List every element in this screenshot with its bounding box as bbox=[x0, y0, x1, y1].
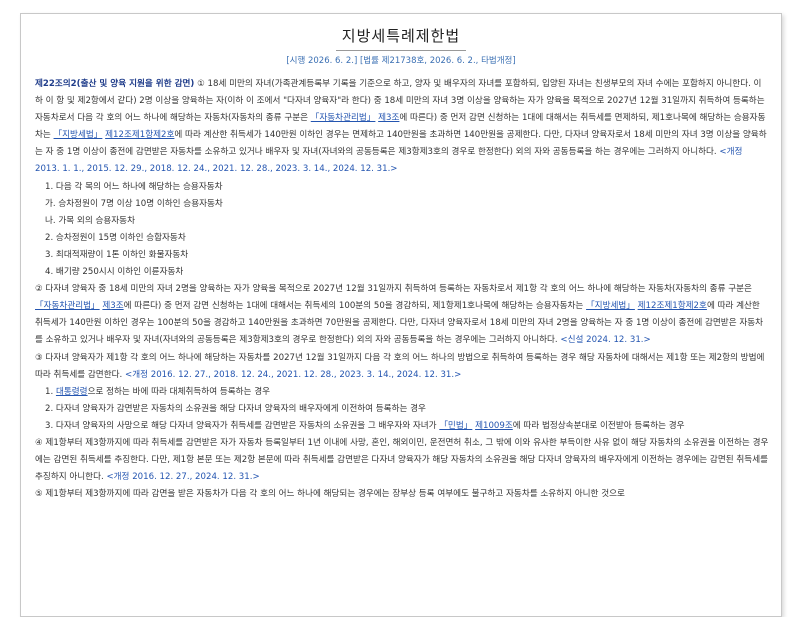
list-item: 1. 대통령령으로 정하는 바에 따라 대체취득하여 등록하는 경우 bbox=[35, 384, 769, 401]
article-link[interactable]: 제12조제1항제2호 bbox=[105, 130, 174, 140]
list-item-text: 으로 정하는 바에 따라 대체취득하여 등록하는 경우 bbox=[87, 386, 271, 397]
law-document-page: 지방세특례제한법 [시행 2026. 6. 2.] [법률 제21738호, 2… bbox=[20, 13, 782, 617]
list-item: 2. 다자녀 양육자가 감면받은 자동차의 소유권을 해당 다자녀 양육자의 배… bbox=[45, 403, 426, 414]
law-link-local-tax-act[interactable]: 「지방세법」 bbox=[586, 301, 635, 311]
paragraph-4: ④ 제1항부터 제3항까지에 따라 취득세를 감면받은 자가 자동차 등록일부터… bbox=[35, 435, 769, 486]
list-item: 1. 다음 각 목의 어느 하나에 해당하는 승용자동차 bbox=[45, 181, 223, 192]
paragraph-2: ② 다자녀 양육자 중 18세 미만의 자녀 2명을 양육하는 자가 양육을 목… bbox=[35, 281, 769, 349]
paragraph-text: ⑤ 제1항부터 제3항까지에 따라 감면을 받은 자동차가 다음 각 호의 어느… bbox=[35, 489, 625, 500]
paragraph-5: ⑤ 제1항부터 제3항까지에 따라 감면을 받은 자동차가 다음 각 호의 어느… bbox=[35, 486, 769, 503]
paragraph-3: ③ 다자녀 양육자가 제1항 각 호의 어느 하나에 해당하는 자동차를 202… bbox=[35, 350, 769, 384]
law-meta[interactable]: [시행 2026. 6. 2.] [법률 제21738호, 2026. 6. 2… bbox=[21, 54, 781, 66]
law-link-civil-act[interactable]: 「민법」 bbox=[439, 421, 472, 431]
paragraph-text: ② 다자녀 양육자 중 18세 미만의 자녀 2명을 양육하는 자가 양육을 목… bbox=[35, 284, 752, 295]
list-item: 3. 최대적재량이 1톤 이하인 화물자동차 bbox=[45, 249, 189, 260]
law-link-vehicle-management-act[interactable]: 「자동차관리법」 bbox=[311, 113, 376, 123]
law-link-local-tax-act[interactable]: 「지방세법」 bbox=[54, 130, 103, 140]
presidential-decree-link[interactable]: 대통령령 bbox=[56, 387, 88, 397]
paragraph-text: 에 따른다) 중 먼저 감면 신청하는 1대에 대해서는 취득세의 100분의 … bbox=[123, 301, 587, 312]
list-item-number: 1. bbox=[45, 386, 56, 397]
revision-note[interactable]: <개정 2016. 12. 27., 2018. 12. 24., 2021. … bbox=[122, 370, 461, 380]
revision-note[interactable]: <신설 2024. 12. 31.> bbox=[558, 335, 650, 345]
article-link[interactable]: 제3조 bbox=[102, 301, 123, 311]
article-heading: 제22조의2(출산 및 양육 지원을 위한 감면) bbox=[35, 79, 195, 89]
law-body: 제22조의2(출산 및 양육 지원을 위한 감면) ① 18세 미만의 자녀(가… bbox=[35, 76, 769, 503]
paragraph-1: 제22조의2(출산 및 양육 지원을 위한 감면) ① 18세 미만의 자녀(가… bbox=[35, 76, 769, 179]
list-item-text: 3. 다자녀 양육자의 사망으로 해당 다자녀 양육자가 취득세를 감면받은 자… bbox=[45, 420, 440, 431]
article-link[interactable]: 제3조 bbox=[378, 113, 399, 123]
list-item: 가. 승차정원이 7명 이상 10명 이하인 승용자동차 bbox=[45, 198, 223, 209]
list-item-text: 에 따라 법정상속분대로 이전받아 등록하는 경우 bbox=[512, 420, 685, 431]
list-item: 3. 다자녀 양육자의 사망으로 해당 다자녀 양육자가 취득세를 감면받은 자… bbox=[35, 418, 769, 435]
law-title: 지방세특례제한법 bbox=[21, 25, 781, 51]
article-link[interactable]: 제12조제1항제2호 bbox=[638, 301, 707, 311]
list-item: 4. 배기량 250시시 이하인 이륜자동차 bbox=[45, 267, 184, 278]
list-item: 나. 가목 외의 승용자동차 bbox=[45, 215, 135, 226]
article-link[interactable]: 제1009조 bbox=[475, 421, 513, 431]
law-link-vehicle-management-act[interactable]: 「자동차관리법」 bbox=[35, 301, 100, 311]
list-item: 2. 승차정원이 15명 이하인 승합자동차 bbox=[45, 232, 186, 243]
revision-note[interactable]: <개정 2016. 12. 27., 2024. 12. 31.> bbox=[104, 472, 259, 482]
